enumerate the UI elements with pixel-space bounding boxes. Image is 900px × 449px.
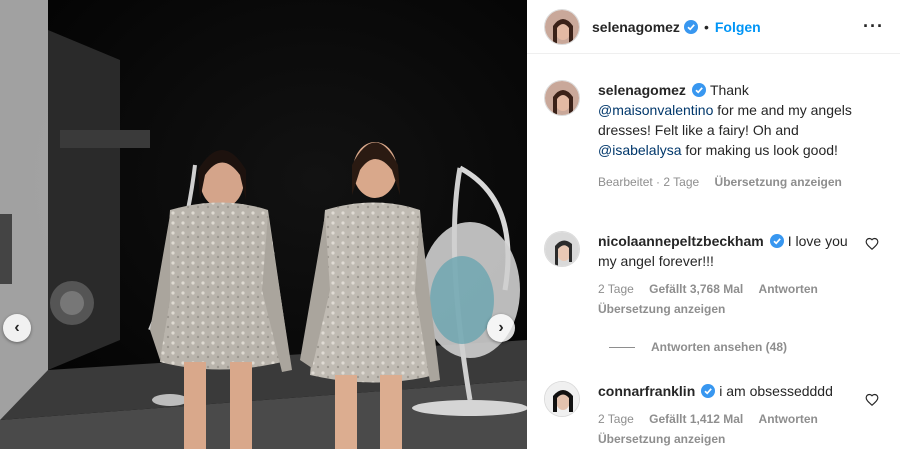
comment-username[interactable]: nicolaannepeltzbeckham xyxy=(598,233,764,249)
chevron-right-icon: › xyxy=(498,319,504,336)
next-image-button[interactable]: › xyxy=(487,314,515,342)
view-replies-button[interactable]: Antworten ansehen (48) xyxy=(609,340,787,354)
likes-count[interactable]: Gefällt 3,768 Mal xyxy=(649,282,743,296)
caption-username[interactable]: selenagomez xyxy=(598,82,686,98)
avatar[interactable] xyxy=(544,231,580,267)
verified-badge-icon xyxy=(691,83,706,97)
photo-illustration xyxy=(0,0,527,449)
caption-text: selenagomez Thank @maisonvalentino for me… xyxy=(598,80,862,160)
comment: connarfranklin i am obsessedddd 2 Tage Ge… xyxy=(544,381,889,447)
author-username[interactable]: selenagomez xyxy=(592,19,680,35)
comment-text: nicolaannepeltzbeckham I love you my ange… xyxy=(598,231,862,271)
author-avatar-image xyxy=(545,9,579,44)
caption-text-part: for making us look good! xyxy=(681,142,838,158)
comment-body: connarfranklin i am obsessedddd 2 Tage Ge… xyxy=(598,381,862,447)
comment-meta: 2 Tage Gefällt 1,412 Mal Antworten xyxy=(598,411,862,427)
timestamp[interactable]: 2 Tage xyxy=(663,175,699,189)
comment-content: i am obsessedddd xyxy=(719,383,833,399)
instagram-post-view: ‹ › selenagomez • Folgen ··· selenagomez… xyxy=(0,0,900,449)
reply-button[interactable]: Antworten xyxy=(759,282,818,296)
caption-avatar-image xyxy=(545,81,579,115)
comment-text: connarfranklin i am obsessedddd xyxy=(598,381,862,401)
follow-button[interactable]: Folgen xyxy=(715,19,761,35)
verified-badge-icon xyxy=(769,234,784,248)
verified-badge-icon xyxy=(683,19,698,34)
comment-meta-translate: Übersetzung anzeigen xyxy=(598,301,862,317)
caption-text-part: Thank xyxy=(709,82,749,98)
reply-button[interactable]: Antworten xyxy=(759,412,818,426)
comment-body: nicolaannepeltzbeckham I love you my ange… xyxy=(598,231,862,317)
comment: nicolaannepeltzbeckham I love you my ange… xyxy=(544,231,889,317)
mention-link[interactable]: @isabelalysa xyxy=(598,142,681,158)
post-photo[interactable]: ‹ › xyxy=(0,0,527,449)
heart-outline-icon[interactable] xyxy=(865,393,879,407)
meta-separator: · xyxy=(652,175,664,189)
comment-meta: 2 Tage Gefällt 3,768 Mal Antworten xyxy=(598,281,862,297)
avatar[interactable] xyxy=(544,80,580,116)
translate-link[interactable]: Übersetzung anzeigen xyxy=(715,175,842,189)
edited-label: Bearbeitet xyxy=(598,175,653,189)
caption: selenagomez Thank @maisonvalentino for me… xyxy=(544,80,889,190)
verified-badge-icon xyxy=(701,384,716,398)
heart-outline-icon[interactable] xyxy=(865,237,879,251)
post-side-panel: selenagomez • Folgen ··· selenagomez Tha… xyxy=(527,0,900,449)
more-options-icon[interactable]: ··· xyxy=(863,16,884,37)
timestamp[interactable]: 2 Tage xyxy=(598,282,634,296)
translate-link[interactable]: Übersetzung anzeigen xyxy=(598,302,725,316)
likes-count[interactable]: Gefällt 1,412 Mal xyxy=(649,412,743,426)
caption-body: selenagomez Thank @maisonvalentino for me… xyxy=(598,80,862,190)
commenter-avatar-image xyxy=(545,382,579,416)
avatar[interactable] xyxy=(544,8,580,45)
caption-meta: Bearbeitet · 2 Tage Übersetzung anzeigen xyxy=(598,174,862,190)
comment-username[interactable]: connarfranklin xyxy=(598,383,695,399)
chevron-left-icon: ‹ xyxy=(14,319,20,336)
separator-dot: • xyxy=(703,18,709,35)
comment-meta-translate: Übersetzung anzeigen xyxy=(598,431,862,447)
avatar[interactable] xyxy=(544,381,580,417)
username-link[interactable]: selenagomez xyxy=(592,19,680,35)
post-header: selenagomez • Folgen ··· xyxy=(527,0,900,54)
mention-link[interactable]: @maisonvalentino xyxy=(598,102,713,118)
divider xyxy=(609,346,635,348)
view-replies-label: Antworten ansehen (48) xyxy=(651,340,788,354)
translate-link[interactable]: Übersetzung anzeigen xyxy=(598,432,725,446)
timestamp[interactable]: 2 Tage xyxy=(598,412,634,426)
commenter-avatar-image xyxy=(545,232,579,266)
previous-image-button[interactable]: ‹ xyxy=(3,314,31,342)
